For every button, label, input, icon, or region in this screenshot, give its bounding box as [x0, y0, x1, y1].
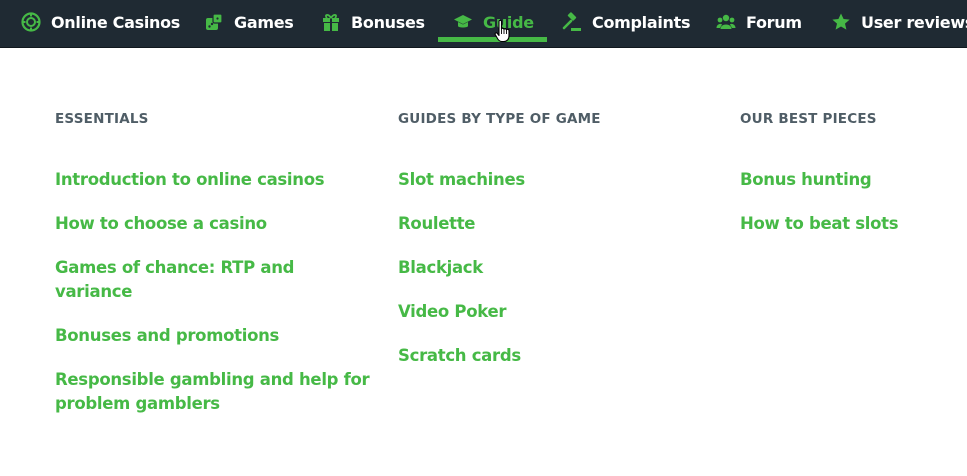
gift-icon — [320, 11, 342, 33]
gavel-icon — [561, 11, 583, 33]
column-heading: ESSENTIALS — [55, 111, 149, 127]
nav-item-user-reviews[interactable]: User reviews — [830, 0, 967, 44]
nav-item-forum[interactable]: Forum — [715, 0, 802, 44]
column-heading: OUR BEST PIECES — [740, 111, 877, 127]
menu-link-introduction[interactable]: Introduction to online casinos — [55, 168, 375, 192]
menu-link-bonuses-promotions[interactable]: Bonuses and promotions — [55, 324, 375, 348]
nav-item-bonuses[interactable]: Bonuses — [320, 0, 425, 44]
menu-link-games-of-chance[interactable]: Games of chance: RTP and variance — [55, 256, 375, 304]
guide-dropdown-panel: ESSENTIALS Introduction to online casino… — [0, 49, 967, 476]
menu-link-roulette[interactable]: Roulette — [398, 212, 698, 236]
menu-column-game-guides: GUIDES BY TYPE OF GAME Slot machines Rou… — [398, 109, 698, 388]
nav-label: Online Casinos — [51, 12, 181, 32]
nav-label: Bonuses — [351, 12, 425, 32]
nav-label: Complaints — [592, 12, 691, 32]
menu-link-video-poker[interactable]: Video Poker — [398, 300, 698, 324]
nav-label: Forum — [746, 12, 802, 32]
menu-link-choose-casino[interactable]: How to choose a casino — [55, 212, 375, 236]
menu-link-responsible-gambling[interactable]: Responsible gambling and help for proble… — [55, 368, 375, 416]
menu-column-essentials: ESSENTIALS Introduction to online casino… — [55, 109, 375, 436]
star-icon — [830, 11, 852, 33]
hand-pointer-icon — [494, 19, 510, 43]
menu-link-beat-slots[interactable]: How to beat slots — [740, 212, 960, 236]
nav-label: User reviews — [861, 12, 967, 32]
menu-link-scratch-cards[interactable]: Scratch cards — [398, 344, 698, 368]
users-icon — [715, 11, 737, 33]
menu-link-slot-machines[interactable]: Slot machines — [398, 168, 698, 192]
active-tab-indicator — [438, 37, 547, 42]
menu-column-best-pieces: OUR BEST PIECES Bonus hunting How to bea… — [740, 109, 960, 256]
nav-item-complaints[interactable]: Complaints — [561, 0, 691, 44]
column-heading: GUIDES BY TYPE OF GAME — [398, 111, 601, 127]
casino-chip-icon — [20, 11, 42, 33]
nav-label: Games — [234, 12, 294, 32]
dice-icon — [203, 11, 225, 33]
menu-link-bonus-hunting[interactable]: Bonus hunting — [740, 168, 960, 192]
nav-item-games[interactable]: Games — [203, 0, 294, 44]
graduation-cap-icon — [452, 11, 474, 33]
menu-link-blackjack[interactable]: Blackjack — [398, 256, 698, 280]
nav-item-online-casinos[interactable]: Online Casinos — [20, 0, 180, 44]
top-navigation: Online Casinos Games Bonuses Guide Compl… — [0, 0, 967, 48]
